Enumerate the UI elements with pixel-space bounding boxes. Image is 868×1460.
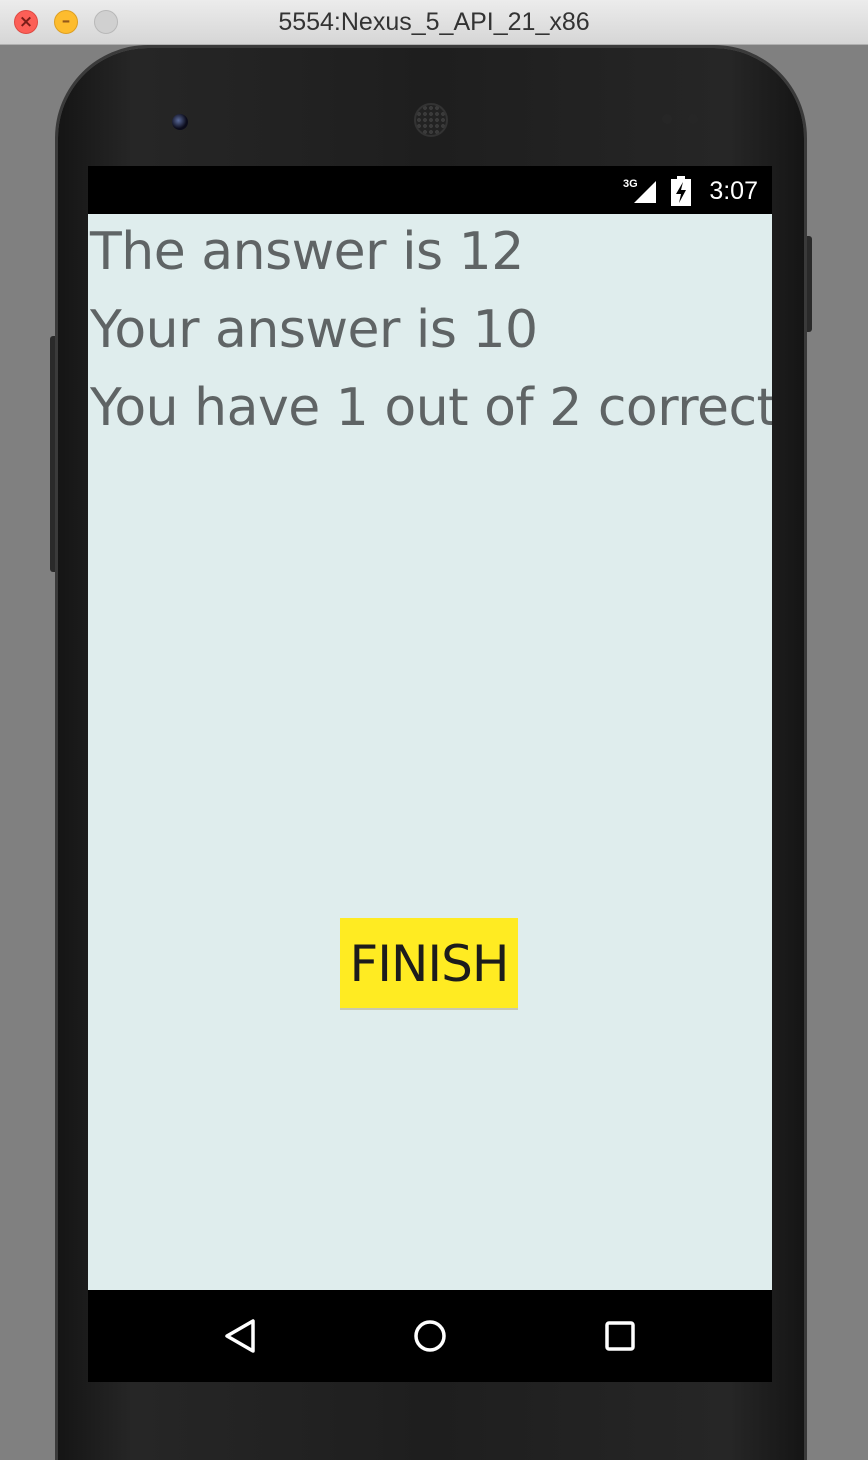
battery-icon xyxy=(671,176,691,206)
recents-icon[interactable] xyxy=(600,1316,640,1356)
emulator-window: × – 5554:Nexus_5_API_21_x86 3G 3:07 The xyxy=(0,0,868,1460)
back-icon[interactable] xyxy=(220,1316,260,1356)
status-time: 3:07 xyxy=(709,177,758,205)
title-bar: × – 5554:Nexus_5_API_21_x86 xyxy=(0,0,868,45)
results-activity: The answer is 12 Your answer is 10 You h… xyxy=(88,214,772,1290)
speaker-grille-icon xyxy=(414,103,448,137)
sensor-icon xyxy=(662,114,672,124)
volume-button[interactable] xyxy=(50,336,58,572)
power-button[interactable] xyxy=(804,236,812,332)
score-text: You have 1 out of 2 correct xyxy=(90,378,772,438)
home-icon[interactable] xyxy=(410,1316,450,1356)
sensor-icon xyxy=(688,114,698,124)
front-camera-icon xyxy=(172,114,188,130)
status-bar: 3G 3:07 xyxy=(88,166,772,214)
navigation-bar xyxy=(88,1290,772,1382)
user-answer-text: Your answer is 10 xyxy=(90,300,538,360)
signal-icon: 3G xyxy=(623,178,656,203)
correct-answer-text: The answer is 12 xyxy=(90,222,524,282)
finish-button[interactable]: FINISH xyxy=(340,918,518,1010)
network-type-label: 3G xyxy=(623,178,638,190)
phone-screen: 3G 3:07 The answer is 12 Your answer is … xyxy=(88,166,772,1382)
window-title: 5554:Nexus_5_API_21_x86 xyxy=(278,8,590,36)
